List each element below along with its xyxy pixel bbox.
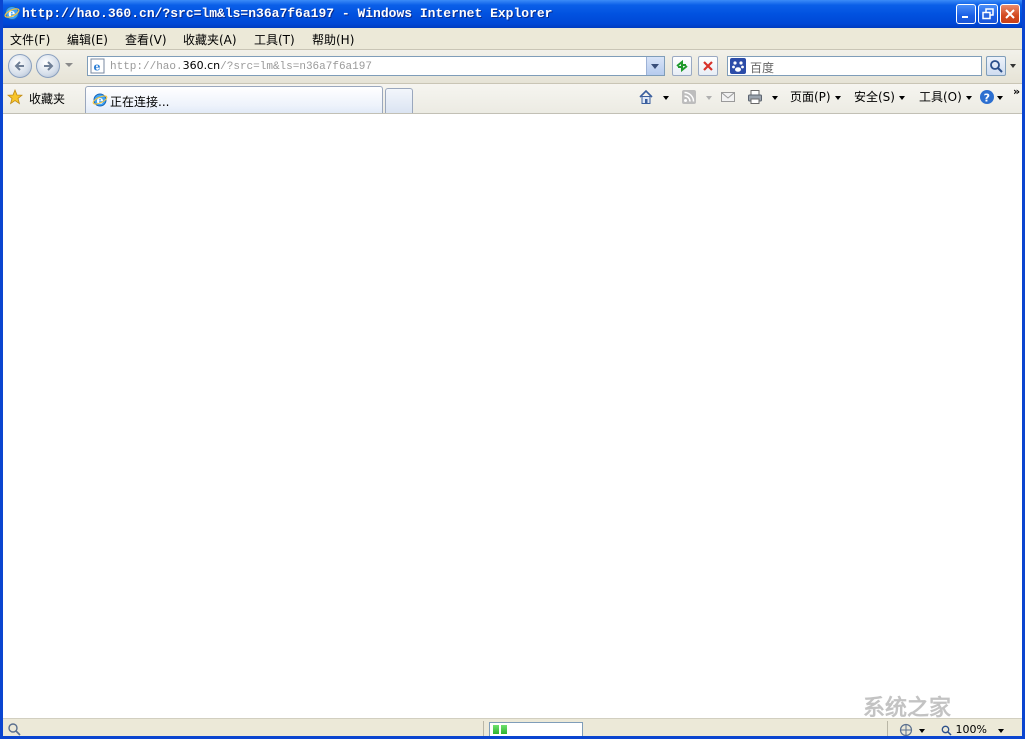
tab-label: 正在连接... <box>110 95 170 109</box>
search-options-dropdown[interactable] <box>1008 56 1020 76</box>
favorites-label: 收藏夹 <box>29 92 66 106</box>
status-search-icon <box>8 723 21 736</box>
progress-segment <box>493 725 499 734</box>
svg-text:e: e <box>94 61 101 74</box>
more-commands-chevron[interactable]: » <box>1013 85 1020 98</box>
forward-arrow-icon <box>44 61 54 71</box>
feeds-dropdown[interactable] <box>706 96 712 100</box>
print-dropdown[interactable] <box>772 96 778 100</box>
zoom-icon <box>941 725 952 736</box>
print-icon[interactable] <box>747 89 763 105</box>
search-input[interactable]: 百度 <box>750 59 774 76</box>
feeds-icon[interactable] <box>681 89 697 105</box>
status-divider <box>887 721 888 736</box>
refresh-icon <box>676 59 688 73</box>
search-button[interactable] <box>986 56 1006 76</box>
minimize-icon <box>962 16 968 18</box>
tab-connecting[interactable]: e 正在连接... <box>85 86 383 113</box>
restore-button[interactable] <box>978 4 998 24</box>
back-button[interactable] <box>8 54 32 78</box>
baidu-paw-icon <box>730 58 746 74</box>
search-icon <box>990 60 1003 73</box>
menu-edit[interactable]: 编辑(E) <box>67 31 108 48</box>
refresh-button[interactable] <box>672 56 692 76</box>
back-arrow-icon <box>14 61 24 71</box>
tools-menu[interactable]: 工具(O) <box>919 88 972 108</box>
star-icon <box>7 89 23 105</box>
protected-mode-icon[interactable] <box>899 723 913 737</box>
mail-icon[interactable] <box>720 89 736 105</box>
menu-favorites[interactable]: 收藏夹(A) <box>183 31 237 48</box>
close-icon <box>1005 9 1015 19</box>
browser-window: e http://hao.360.cn/?src=lm&ls=n36a7f6a1… <box>0 0 1025 739</box>
zoom-dropdown[interactable] <box>998 729 1004 733</box>
help-dropdown[interactable] <box>997 96 1003 100</box>
protected-mode-dropdown[interactable] <box>919 729 925 733</box>
address-dropdown-button[interactable] <box>646 57 664 75</box>
new-tab-button[interactable] <box>385 88 413 113</box>
progress-segment <box>501 725 507 734</box>
page-content <box>3 114 1022 718</box>
menu-help[interactable]: 帮助(H) <box>312 31 354 48</box>
zoom-level[interactable]: 100% <box>941 723 987 736</box>
help-icon[interactable]: ? <box>979 89 995 105</box>
menu-file[interactable]: 文件(F) <box>10 31 50 48</box>
window-title: http://hao.360.cn/?src=lm&ls=n36a7f6a197… <box>22 6 553 21</box>
search-box[interactable]: 百度 <box>727 56 982 76</box>
stop-icon <box>703 61 713 71</box>
forward-button[interactable] <box>36 54 60 78</box>
address-url[interactable]: http://hao.360.cn/?src=lm&ls=n36a7f6a197 <box>110 59 372 73</box>
status-divider <box>483 721 484 736</box>
tab-command-bar: 收藏夹 e 正在连接... 页面(P) 安全(S) 工具(O) ? » <box>3 84 1022 114</box>
title-bar[interactable]: e http://hao.360.cn/?src=lm&ls=n36a7f6a1… <box>3 0 1022 28</box>
navigation-bar: e http://hao.360.cn/?src=lm&ls=n36a7f6a1… <box>3 50 1022 84</box>
watermark-logo: 系统之家 <box>863 696 952 721</box>
menu-view[interactable]: 查看(V) <box>125 31 167 48</box>
safety-menu[interactable]: 安全(S) <box>854 88 905 108</box>
restore-icon <box>982 8 994 20</box>
stop-button[interactable] <box>698 56 718 76</box>
page-ie-icon: e <box>90 58 105 74</box>
page-menu[interactable]: 页面(P) <box>790 88 841 108</box>
menu-tools[interactable]: 工具(T) <box>254 31 295 48</box>
internet-explorer-icon: e <box>4 6 20 20</box>
page-load-progress <box>489 722 583 736</box>
recent-pages-dropdown[interactable] <box>65 63 73 67</box>
internet-explorer-icon: e <box>92 93 108 107</box>
address-bar[interactable]: e http://hao.360.cn/?src=lm&ls=n36a7f6a1… <box>87 56 665 76</box>
home-dropdown[interactable] <box>663 96 669 100</box>
svg-text:?: ? <box>984 91 990 104</box>
close-button[interactable] <box>1000 4 1020 24</box>
home-icon[interactable] <box>638 89 654 105</box>
menu-bar: 文件(F) 编辑(E) 查看(V) 收藏夹(A) 工具(T) 帮助(H) <box>3 28 1022 50</box>
minimize-button[interactable] <box>956 4 976 24</box>
